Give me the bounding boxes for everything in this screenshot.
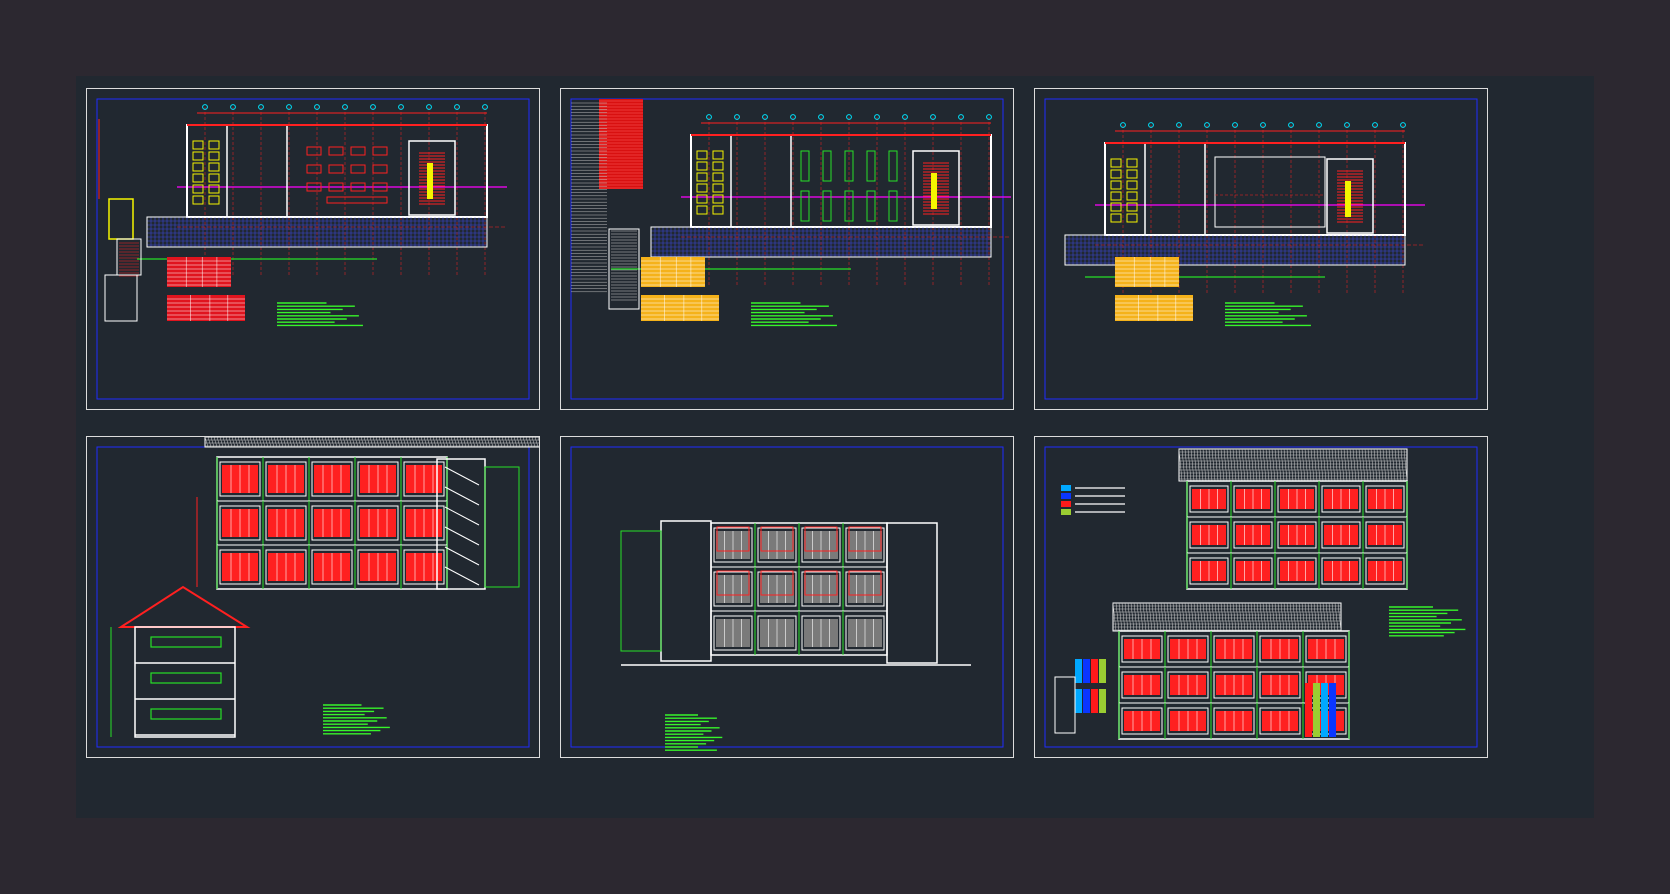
side-wing: [484, 466, 520, 588]
restroom-fixtures: [1110, 158, 1138, 223]
elevations-drawing: [1044, 446, 1478, 748]
stair-handrail: [931, 173, 937, 209]
color-legend: [1061, 485, 1125, 515]
schedule-table-2: [641, 295, 719, 321]
left-section: [660, 520, 712, 662]
general-notes: [323, 704, 390, 735]
stair-flights: [444, 466, 480, 586]
stair-handrail: [427, 163, 433, 199]
gable-section: [117, 585, 251, 738]
sheet-section-elevation[interactable]: [560, 436, 1014, 758]
sheet-floor-plan-3[interactable]: [1034, 88, 1488, 410]
general-notes: [751, 302, 837, 327]
section-elevation-drawing: [570, 446, 1004, 751]
roof-tiles: [1178, 448, 1408, 482]
sheet-floor-plan-1[interactable]: [86, 88, 540, 410]
restroom-fixtures: [696, 150, 724, 215]
right-section: [886, 522, 938, 664]
left-section: [620, 530, 662, 652]
facade-grid: [710, 522, 888, 656]
stair-strip: [571, 99, 643, 310]
inner-frame: [96, 98, 530, 400]
drawing-workspace[interactable]: [76, 76, 1594, 818]
upper-elevation: [1186, 480, 1408, 590]
restroom-fixtures: [192, 140, 220, 205]
classroom-furniture: [800, 150, 898, 222]
schedule-table-1: [1115, 257, 1179, 287]
side-section: [1054, 676, 1076, 734]
classroom-furniture: [1214, 156, 1326, 228]
roof-tiles: [1112, 602, 1342, 632]
floor-plan-1-drawing: [96, 98, 530, 400]
inner-frame: [96, 446, 530, 748]
schedule-table-1: [641, 257, 705, 287]
general-notes: [1225, 302, 1311, 327]
schedule-table-2: [1115, 295, 1193, 321]
sheet-sections[interactable]: [86, 436, 540, 758]
floor-plan-3-drawing: [1044, 98, 1478, 400]
general-notes: [1389, 606, 1466, 637]
section-classrooms: [216, 456, 448, 590]
sheet-floor-plan-2[interactable]: [560, 88, 1014, 410]
general-notes: [665, 714, 723, 751]
classroom-furniture: [306, 146, 388, 204]
schedule-table-1: [167, 257, 231, 287]
floor-plan-2-drawing: [570, 98, 1011, 400]
sheet-elevations[interactable]: [1034, 436, 1488, 758]
general-notes: [277, 302, 363, 327]
schedule-table-2: [167, 295, 245, 321]
sections-drawing: [96, 437, 539, 748]
roof-tiles: [204, 437, 539, 448]
stair-handrail: [1345, 181, 1351, 217]
ramp-detail: [104, 198, 142, 322]
